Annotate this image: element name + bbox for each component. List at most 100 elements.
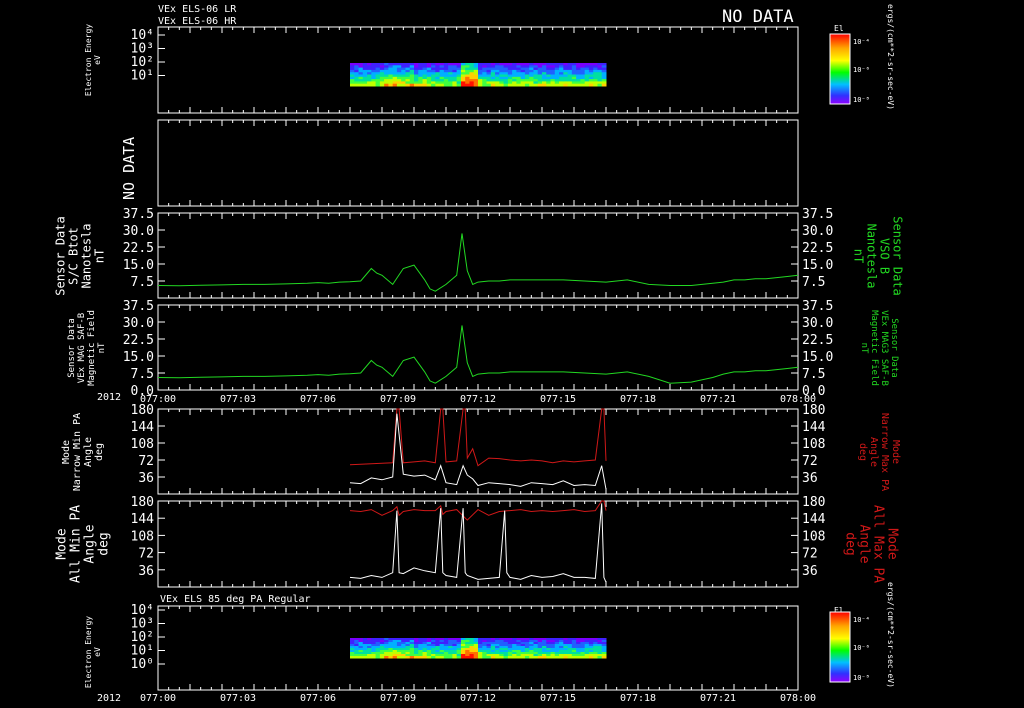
spectrogram-cell bbox=[388, 656, 394, 659]
spectrogram-cell bbox=[478, 83, 483, 87]
time-tick-label: 077:03 bbox=[220, 693, 256, 704]
spectrogram-cell bbox=[392, 656, 398, 659]
spectrogram-cell bbox=[571, 83, 577, 87]
y-tick-label-right: 37.5 bbox=[802, 299, 833, 314]
spectrogram-cell bbox=[520, 83, 526, 87]
spectrogram-cell bbox=[392, 83, 398, 87]
spectrogram-cell bbox=[409, 656, 415, 659]
spectrogram-cell bbox=[384, 656, 389, 659]
y-tick-label-right: 37.5 bbox=[802, 207, 833, 222]
y-tick-label-right: 30.0 bbox=[802, 316, 833, 331]
panel-5-ylabel-line: Mode bbox=[61, 440, 72, 464]
panel-4-ylabel-line: Sensor Data bbox=[67, 318, 77, 378]
spectrogram-cell bbox=[588, 83, 594, 87]
spectrogram-cell bbox=[375, 656, 381, 659]
spectrogram-cell bbox=[473, 656, 479, 659]
spectrogram-cell bbox=[486, 656, 492, 659]
panel-3-ylabel-line: Nanotesla bbox=[80, 223, 94, 288]
spectrogram-cell bbox=[448, 83, 453, 87]
spectrogram-cell bbox=[533, 656, 539, 659]
spectrogram-cell bbox=[563, 83, 569, 87]
panel-6-right-label-line: deg bbox=[843, 532, 858, 555]
y-tick-label-right: 72 bbox=[802, 454, 818, 469]
y-tick-label: 22.5 bbox=[123, 333, 154, 348]
spectrogram-cell bbox=[362, 656, 368, 659]
colorbar-bottom-tick: 10⁻⁶ bbox=[853, 644, 870, 652]
time-tick-label: 077:18 bbox=[620, 693, 656, 704]
y-tick-label: 72 bbox=[138, 454, 154, 469]
spectrogram-cell bbox=[439, 83, 445, 87]
spectrogram-cell bbox=[396, 656, 402, 659]
header-line-2: VEx ELS-06 HR bbox=[158, 16, 237, 27]
spectrogram-cell bbox=[580, 656, 586, 659]
spectrogram-cell bbox=[524, 656, 530, 659]
spectrogram-cell bbox=[503, 83, 509, 87]
spectrogram-cell bbox=[546, 83, 552, 87]
spectrogram-cell bbox=[465, 656, 470, 659]
y-tick-label-right: 144 bbox=[802, 420, 826, 435]
spectrogram-cell bbox=[567, 656, 573, 659]
y-tick-label: 10⁰ bbox=[131, 657, 154, 672]
spectrogram-cell bbox=[537, 656, 543, 659]
spectrogram-cell bbox=[371, 656, 377, 659]
panel-3-right-label-line: Nanotesla bbox=[865, 223, 879, 288]
spectrogram-cell bbox=[384, 83, 389, 87]
y-tick-label: 22.5 bbox=[123, 241, 154, 256]
time-tick-label: 077:21 bbox=[700, 394, 736, 405]
spectrogram-cell bbox=[422, 83, 428, 87]
y-tick-label-right: 7.5 bbox=[802, 275, 825, 290]
panel-7-ylabel-line: eV bbox=[93, 647, 102, 657]
y-tick-label-right: 36 bbox=[802, 471, 818, 486]
panel-4-right-label-line: Sensor Data bbox=[889, 318, 899, 378]
y-tick-label-right: 22.5 bbox=[802, 241, 833, 256]
spectrogram-cell bbox=[490, 83, 496, 87]
spectrogram-cell bbox=[584, 656, 590, 659]
panel-3-right-label-line: Sensor Data bbox=[891, 216, 905, 295]
spectrogram-cell bbox=[452, 656, 458, 659]
spectrogram-cell bbox=[580, 83, 586, 87]
y-tick-label-right: 30.0 bbox=[802, 224, 833, 239]
spectrogram-cell bbox=[588, 656, 594, 659]
spectrogram-cell bbox=[550, 83, 556, 87]
y-tick-label: 36 bbox=[138, 564, 154, 579]
spectrogram-cell bbox=[456, 83, 462, 87]
spectrogram-cell bbox=[478, 656, 483, 659]
spectrogram-cell bbox=[576, 83, 581, 87]
spectrogram-cell bbox=[495, 656, 500, 659]
spectrogram-cell bbox=[409, 83, 415, 87]
spectrogram-cell bbox=[358, 83, 364, 87]
spectrogram-cell bbox=[482, 656, 488, 659]
panel-6-ylabel-line: deg bbox=[96, 532, 111, 555]
spectrogram-cell bbox=[367, 83, 372, 87]
spectrogram-cell bbox=[529, 83, 534, 87]
y-tick-label: 30.0 bbox=[123, 224, 154, 239]
y-tick-label: 36 bbox=[138, 471, 154, 486]
spectrogram-cell bbox=[554, 83, 560, 87]
spectrogram-cell bbox=[414, 83, 419, 87]
time-tick-label: 077:03 bbox=[220, 394, 256, 405]
spectrogram-cell bbox=[354, 656, 360, 659]
time-tick-label: 077:09 bbox=[380, 394, 416, 405]
y-tick-label-right: 180 bbox=[802, 403, 825, 418]
spectrogram-cell bbox=[426, 83, 432, 87]
panel-5-right-label-line: Mode bbox=[890, 440, 901, 464]
time-tick-label: 077:15 bbox=[540, 394, 576, 405]
spectrogram-cell bbox=[456, 656, 462, 659]
spectrogram-cell bbox=[576, 656, 581, 659]
time-tick-label: 077:06 bbox=[300, 394, 336, 405]
spectrogram-cell bbox=[418, 656, 424, 659]
panel-6-right-label-line: Mode bbox=[885, 528, 900, 559]
spectrogram-cell bbox=[542, 83, 547, 87]
time-axis-upper: 077:00 077:03 077:06 077:09 077:12 077:15 077:… bbox=[140, 394, 816, 405]
time-tick-label: 077:15 bbox=[540, 693, 576, 704]
spectrogram-cell bbox=[482, 83, 488, 87]
colorbar-top-gradient bbox=[829, 33, 851, 105]
spectrogram-cell bbox=[473, 83, 479, 87]
panel-4-right-label-line: VEx MAG3 SAF-B bbox=[879, 310, 889, 386]
y-tick-label: 180 bbox=[131, 495, 154, 510]
spectrogram-cell bbox=[422, 656, 428, 659]
top-no-data-label: NO DATA bbox=[722, 7, 794, 27]
panel-3-right-label-line: VSO B bbox=[878, 238, 892, 274]
colorbar-top-tick: 10⁻⁸ bbox=[853, 96, 870, 104]
colorbar-top-label: El bbox=[834, 24, 844, 33]
